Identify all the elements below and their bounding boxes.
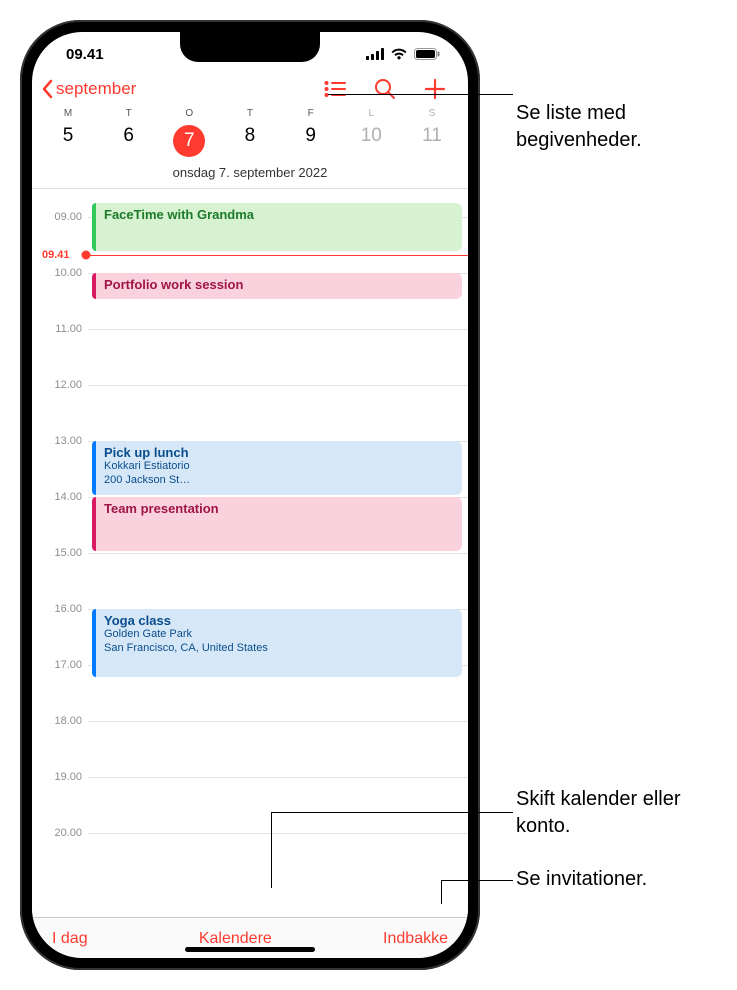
time-label: 13.00 (54, 435, 82, 447)
time-label: 09.00 (54, 211, 82, 223)
time-label: 19.00 (54, 771, 82, 783)
week-strip[interactable]: M5T6O7T8F9L10S11 (32, 106, 468, 161)
gridline (88, 777, 468, 778)
callout-inbox: Se invitationer. (516, 866, 647, 893)
calendar-event[interactable]: Team presentation (92, 497, 462, 551)
weekday-cell[interactable]: T8 (232, 108, 268, 157)
time-label: 16.00 (54, 603, 82, 615)
battery-icon (414, 48, 440, 60)
home-indicator (185, 947, 315, 952)
calendar-event[interactable]: Yoga classGolden Gate ParkSan Francisco,… (92, 609, 462, 677)
event-subtitle: 200 Jackson St… (104, 474, 454, 488)
time-label: 11.00 (55, 323, 82, 335)
weekday-number: 10 (361, 125, 382, 147)
time-label: 12.00 (54, 379, 82, 391)
calendar-event[interactable]: Pick up lunchKokkari Estiatorio200 Jacks… (92, 441, 462, 495)
back-label: september (56, 79, 136, 99)
weekday-number: 5 (63, 125, 74, 147)
time-label: 15.00 (54, 547, 82, 559)
event-subtitle: Golden Gate Park (104, 628, 454, 642)
gridline (88, 329, 468, 330)
time-label: 10.00 (54, 267, 82, 279)
status-time: 09.41 (66, 46, 104, 63)
event-subtitle: San Francisco, CA, United States (104, 642, 454, 656)
time-label: 14.00 (54, 491, 82, 503)
schedule-area[interactable]: 09.00 10.00 11.00 12.00 13.00 14.00 15.00 16.00… (32, 189, 468, 917)
event-title: Portfolio work session (104, 277, 454, 292)
now-dot (82, 251, 91, 260)
gridline (88, 833, 468, 834)
event-title: Yoga class (104, 613, 454, 628)
toolbar-today[interactable]: I dag (52, 930, 88, 948)
time-label: 18.00 (54, 715, 82, 727)
event-subtitle: Kokkari Estiatorio (104, 460, 454, 474)
gridline (88, 721, 468, 722)
list-icon[interactable] (324, 80, 346, 98)
nav-bar: september (32, 76, 468, 106)
screen: 09.41 september M5T6O7T8F9L10S11 onsdag … (32, 32, 468, 958)
weekday-letter: L (369, 108, 375, 119)
weekday-cell[interactable]: T6 (111, 108, 147, 157)
date-heading: onsdag 7. september 2022 (32, 161, 468, 189)
weekday-number: 9 (305, 125, 316, 147)
wifi-icon (390, 48, 408, 60)
weekday-number: 11 (422, 125, 442, 147)
toolbar-calendars[interactable]: Kalendere (199, 930, 272, 948)
callout-calendars: Skift kalender eller konto. (516, 786, 737, 840)
gridline (88, 553, 468, 554)
weekday-number: 6 (123, 125, 134, 147)
add-icon[interactable] (424, 78, 446, 100)
toolbar-inbox[interactable]: Indbakke (383, 930, 448, 948)
event-title: FaceTime with Grandma (104, 207, 454, 222)
cellular-icon (366, 48, 384, 60)
calendar-event[interactable]: FaceTime with Grandma (92, 203, 462, 251)
weekday-letter: S (429, 108, 436, 119)
time-label: 20.00 (54, 827, 82, 839)
weekday-letter: T (126, 108, 132, 119)
weekday-cell[interactable]: O7 (171, 108, 207, 157)
weekday-letter: T (247, 108, 253, 119)
weekday-cell[interactable]: L 10 (353, 108, 389, 157)
weekday-number: 7 (173, 125, 205, 157)
search-icon[interactable] (374, 78, 396, 100)
weekday-cell[interactable]: S 11 (414, 108, 450, 157)
now-time-label: 09.41 (40, 249, 72, 261)
time-label: 17.00 (54, 659, 82, 671)
back-button[interactable]: september (40, 79, 136, 99)
weekday-letter: O (185, 108, 193, 119)
weekday-cell[interactable]: M5 (50, 108, 86, 157)
chevron-left-icon (40, 79, 54, 99)
nav-icons (324, 78, 452, 100)
weekday-number: 8 (245, 125, 256, 147)
event-title: Team presentation (104, 501, 454, 516)
callout-list: Se liste med begivenheder. (516, 100, 737, 154)
notch (180, 32, 320, 62)
weekday-letter: F (308, 108, 314, 119)
weekday-cell[interactable]: F9 (293, 108, 329, 157)
phone-frame: 09.41 september M5T6O7T8F9L10S11 onsdag … (20, 20, 480, 970)
calendar-event[interactable]: Portfolio work session (92, 273, 462, 299)
gridline (88, 385, 468, 386)
weekday-letter: M (64, 108, 72, 119)
status-right (366, 48, 440, 60)
now-bar (88, 255, 468, 256)
event-title: Pick up lunch (104, 445, 454, 460)
